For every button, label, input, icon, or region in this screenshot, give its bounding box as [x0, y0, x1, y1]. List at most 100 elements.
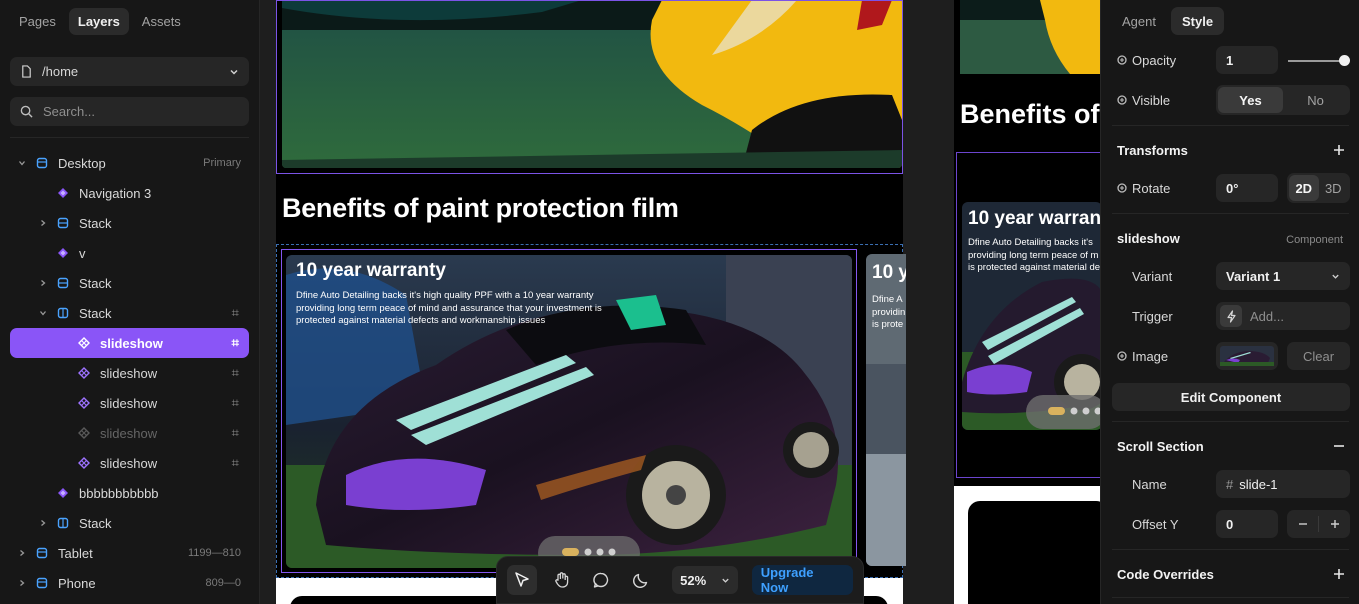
property-toggle-icon[interactable] [1117, 351, 1127, 361]
layer-name: v [79, 245, 86, 261]
edit-component-button[interactable]: Edit Component [1112, 383, 1350, 411]
clear-label: Clear [1302, 348, 1335, 364]
slideshow-slide[interactable]: 10 year warranty Dfine Auto Detailing ba… [281, 249, 857, 573]
scroll-name-row: Name # slide-1 [1101, 469, 1359, 499]
layer-row[interactable]: Navigation 3 [10, 178, 249, 208]
visible-yes[interactable]: Yes [1218, 87, 1283, 113]
layer-row[interactable]: Tablet 1199—810 [10, 538, 249, 568]
image-thumbnail [1220, 346, 1274, 366]
tablet-next-card [968, 501, 1100, 604]
layer-search [10, 97, 249, 126]
style-panel: Agent Style Opacity 1 Visible Yes No Tra… [1100, 0, 1359, 604]
chevron-right-icon[interactable] [39, 219, 47, 227]
layer-name: slideshow [100, 395, 158, 411]
opacity-slider-knob[interactable] [1339, 55, 1350, 66]
trigger-label: Trigger [1132, 308, 1173, 324]
layer-row[interactable]: Stack [10, 208, 249, 238]
tablet-frame[interactable]: Benefits of 10 year warranty Dfine Auto … [954, 0, 1100, 604]
chevron-right-icon[interactable] [18, 549, 26, 557]
chevron-right-icon[interactable] [18, 579, 26, 587]
layer-row[interactable]: slideshow ⌗ [10, 418, 249, 448]
page-selector[interactable]: /home [10, 57, 249, 86]
tab-style[interactable]: Style [1170, 7, 1225, 35]
frame-icon [36, 577, 48, 589]
component-icon [58, 188, 68, 198]
zoom-select[interactable]: 52% [672, 566, 738, 594]
scroll-section-icon: ⌗ [231, 395, 239, 410]
scroll-name-label: Name [1132, 476, 1167, 492]
layer-name: bbbbbbbbbbb [79, 485, 159, 501]
layer-row[interactable]: v [10, 238, 249, 268]
layer-name: Navigation 3 [79, 185, 152, 201]
increment-button[interactable] [1319, 516, 1350, 532]
collapse-icon[interactable] [1333, 440, 1345, 452]
layer-name: slideshow [100, 365, 158, 381]
layer-name: slideshow [100, 455, 158, 471]
tablet-desc-line: is protected against material de [968, 262, 1100, 273]
component-icon [58, 248, 68, 258]
variant-select[interactable]: Variant 1 [1216, 262, 1350, 290]
slide-description[interactable]: Dfine Auto Detailing backs it's high qua… [296, 290, 616, 328]
layer-row[interactable]: slideshow ⌗ [10, 328, 249, 358]
dark-mode-button[interactable] [626, 565, 656, 595]
opacity-input[interactable]: 1 [1216, 46, 1278, 74]
transforms-heading: Transforms [1117, 143, 1188, 158]
add-transform-icon[interactable] [1333, 144, 1345, 156]
comment-tool-button[interactable] [587, 565, 617, 595]
layer-row[interactable]: slideshow ⌗ [10, 358, 249, 388]
property-toggle-icon[interactable] [1117, 183, 1127, 193]
hand-tool-button[interactable] [547, 565, 577, 595]
hero-car-photo[interactable] [282, 0, 902, 168]
layer-row[interactable]: slideshow ⌗ [10, 388, 249, 418]
upgrade-button[interactable]: Upgrade Now [751, 565, 853, 595]
layer-row[interactable]: Desktop Primary [10, 148, 249, 178]
layer-row[interactable]: Phone 809—0 [10, 568, 249, 598]
layer-row[interactable]: Stack [10, 508, 249, 538]
section-title[interactable]: Benefits of paint protection film [282, 193, 679, 224]
design-canvas[interactable]: Benefits of paint protection film 10 yea… [260, 0, 1100, 604]
add-override-icon[interactable] [1333, 568, 1345, 580]
mode-2d[interactable]: 2D [1289, 175, 1319, 201]
chevron-right-icon[interactable] [39, 279, 47, 287]
layer-row[interactable]: Stack ⌗ [10, 298, 249, 328]
stack-icon [57, 217, 69, 229]
layer-name: Stack [79, 275, 112, 291]
layer-meta: 1199—810 [187, 547, 241, 559]
layer-row[interactable]: bbbbbbbbbbb [10, 478, 249, 508]
offset-input[interactable]: 0 [1216, 510, 1278, 538]
next-slide-description: Dfine A providin is prote [872, 294, 905, 332]
tab-agent[interactable]: Agent [1111, 7, 1167, 35]
image-picker[interactable] [1216, 342, 1278, 370]
component-instance-icon [78, 367, 90, 379]
property-toggle-icon[interactable] [1117, 55, 1127, 65]
layer-row[interactable]: slideshow ⌗ [10, 448, 249, 478]
rotate-input[interactable]: 0° [1216, 174, 1278, 202]
clear-image-button[interactable]: Clear [1287, 342, 1350, 370]
layer-name: Phone [58, 575, 96, 591]
layer-row[interactable]: Stack [10, 268, 249, 298]
tab-pages[interactable]: Pages [10, 8, 65, 35]
slideshow-next-slide[interactable]: 10 y Dfine A providin is prote [866, 254, 906, 566]
opacity-slider-track[interactable] [1288, 60, 1344, 62]
cursor-icon [515, 572, 529, 587]
trigger-input[interactable]: Add... [1216, 302, 1350, 330]
decrement-button[interactable] [1287, 516, 1319, 532]
chevron-right-icon[interactable] [39, 519, 47, 527]
component-instance-icon [78, 337, 90, 349]
mode-3d[interactable]: 3D [1319, 175, 1349, 201]
scroll-section-icon: ⌗ [231, 305, 239, 320]
chevron-down-icon[interactable] [18, 159, 26, 167]
property-toggle-icon[interactable] [1117, 95, 1127, 105]
visible-no[interactable]: No [1283, 87, 1348, 113]
select-tool-button[interactable] [507, 565, 537, 595]
divider [1112, 213, 1349, 214]
search-input[interactable] [43, 104, 233, 119]
tab-layers[interactable]: Layers [68, 8, 129, 35]
divider [1112, 125, 1349, 126]
desktop-frame[interactable]: Benefits of paint protection film 10 yea… [276, 0, 906, 604]
tab-assets[interactable]: Assets [133, 8, 190, 35]
scroll-name-input[interactable]: # slide-1 [1216, 470, 1350, 498]
chevron-down-icon[interactable] [39, 309, 47, 317]
divider [1112, 421, 1349, 422]
slide-title[interactable]: 10 year warranty [296, 260, 446, 282]
